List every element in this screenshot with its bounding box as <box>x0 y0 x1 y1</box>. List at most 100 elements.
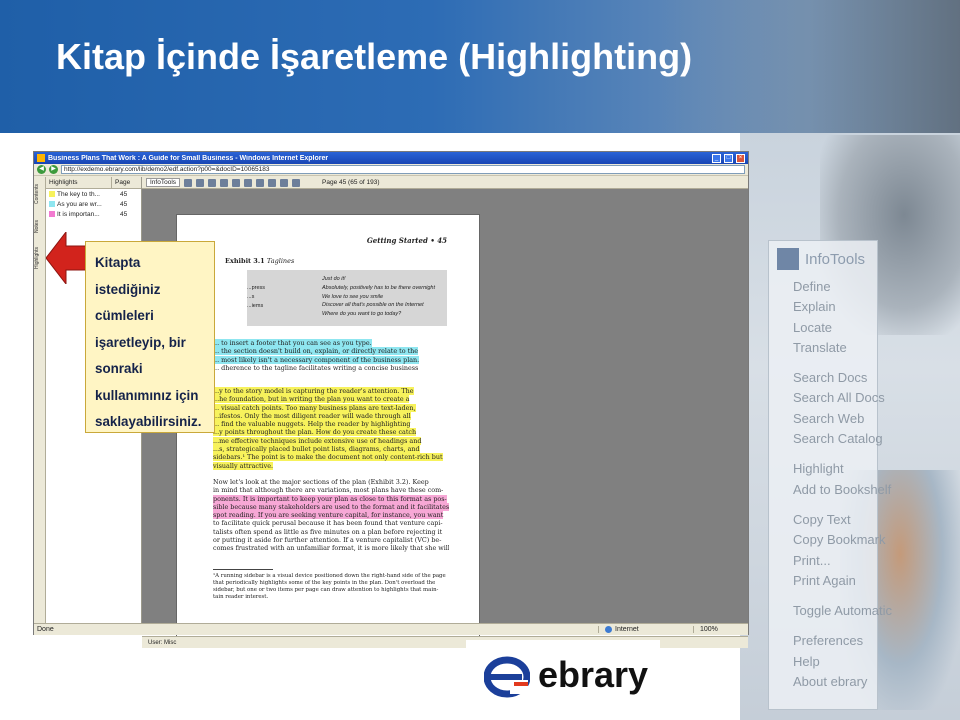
highlighted-text[interactable]: spot reading. If you are seeking venture… <box>213 511 444 520</box>
zoom-icon[interactable] <box>232 178 241 187</box>
document-page: Getting Started • 45 Exhibit 3.1 Tagline… <box>176 214 480 648</box>
highlight-row[interactable]: It is importan... 45 <box>46 209 141 219</box>
infotools-menu-item[interactable]: Translate <box>769 338 877 358</box>
text-line[interactable]: ...y to the story model is capturing the… <box>213 387 449 395</box>
close-icon[interactable]: × <box>736 153 745 163</box>
text-line[interactable]: talists often spend as little as five mi… <box>213 528 449 536</box>
highlighted-text[interactable]: sible because many stakeholders are used… <box>213 502 449 511</box>
text-line[interactable]: spot reading. If you are seeking venture… <box>213 511 449 520</box>
highlighted-text[interactable]: ... to insert a footer that you can see … <box>213 339 372 347</box>
highlighted-text[interactable]: ...y to the story model is capturing the… <box>213 387 414 395</box>
infotools-menu-item[interactable]: Copy Bookmark <box>769 530 885 550</box>
note-icon[interactable] <box>292 178 301 187</box>
text-run[interactable]: ... dherence to the tagline facilitates … <box>213 364 418 372</box>
highlighted-text[interactable]: ...ifestos. Only the most diligent reade… <box>213 411 411 420</box>
highlighted-text[interactable]: ... visual catch points. Too many busine… <box>213 403 416 412</box>
text-run[interactable]: comes frustrated with an unfamiliar form… <box>213 544 449 552</box>
zoom-level[interactable]: 100% <box>693 626 748 633</box>
infotools-menu-item[interactable]: Search Catalog <box>769 429 883 449</box>
text-line[interactable]: sible because many stakeholders are used… <box>213 502 449 511</box>
highlight-color-swatch <box>49 211 55 217</box>
text-line[interactable]: in mind that although there are variatio… <box>213 486 449 494</box>
highlighted-text[interactable]: ...he foundation, but in writing the pla… <box>213 395 410 404</box>
infotools-menu-item[interactable]: Add to Bookshelf <box>769 480 891 500</box>
text-run[interactable]: talists often spend as little as five mi… <box>213 528 442 536</box>
highlight-pen-icon[interactable] <box>280 178 289 187</box>
infotools-menu-item[interactable]: Explain <box>769 297 877 317</box>
infotools-menu-item[interactable]: Print... <box>769 551 877 571</box>
forward-page-icon[interactable] <box>220 178 229 187</box>
text-line[interactable]: ...me effective techniques include exten… <box>213 436 449 445</box>
highlighted-text[interactable]: ...y points throughout the plan. How do … <box>213 428 417 437</box>
infotools-icon <box>777 248 799 270</box>
status-text: Done <box>37 626 54 633</box>
infotools-menu-item[interactable]: Search All Docs <box>769 388 885 408</box>
text-line[interactable]: ... find the valuable nuggets. Help the … <box>213 420 449 429</box>
text-line[interactable]: ...he foundation, but in writing the pla… <box>213 395 449 404</box>
text-line[interactable]: to facilitate quick perusal because it h… <box>213 519 449 527</box>
highlight-row[interactable]: As you are wr... 45 <box>46 199 141 209</box>
back-icon[interactable]: ◀ <box>37 165 46 174</box>
highlighted-text[interactable]: sidebars.¹ The point is to make the docu… <box>213 453 443 462</box>
infotools-button[interactable]: InfoTools <box>146 178 181 187</box>
infotools-menu-item[interactable]: Highlight <box>769 459 877 479</box>
infotools-menu-item[interactable]: About ebrary <box>769 672 877 692</box>
infotools-menu-item[interactable]: Define <box>769 277 877 297</box>
text-run[interactable]: in mind that although there are variatio… <box>213 486 443 494</box>
footnote-rule <box>213 569 273 570</box>
back-page-icon[interactable] <box>184 178 193 187</box>
highlighted-text[interactable]: ... find the valuable nuggets. Help the … <box>213 420 411 429</box>
exhibit-tagline: Discover all that's possible on the Inte… <box>322 302 424 309</box>
highlights-column-label[interactable]: Highlights <box>46 177 112 188</box>
infotools-menu-item[interactable]: Search Web <box>769 409 877 429</box>
text-line[interactable]: ...s, strategically placed bullet point … <box>213 445 449 454</box>
text-line[interactable]: ... the section doesn't build on, explai… <box>213 347 449 356</box>
next-page-icon[interactable] <box>208 178 217 187</box>
highlighted-text[interactable]: ... most likely isn't a necessary compon… <box>213 355 420 364</box>
exhibit-company: ...press <box>247 285 266 291</box>
text-line[interactable]: or putting it aside for further attentio… <box>213 536 449 544</box>
bookmark-icon[interactable] <box>256 178 265 187</box>
url-field[interactable]: http://exdemo.ebrary.com/lib/demo2/edf.a… <box>61 165 745 174</box>
highlighted-text[interactable]: ...me effective techniques include exten… <box>213 436 422 445</box>
text-run[interactable]: to facilitate quick perusal because it h… <box>213 519 443 527</box>
exhibit-company: ...s <box>247 293 255 300</box>
forward-icon[interactable]: ▶ <box>49 165 58 174</box>
text-line[interactable]: ponents. It is important to keep your pl… <box>213 494 449 503</box>
highlight-row[interactable]: The key to th... 45 <box>46 189 141 199</box>
maximize-icon[interactable]: □ <box>724 153 733 163</box>
tab-contents[interactable]: Contents <box>34 179 45 209</box>
infotools-menu-item[interactable]: Copy Text <box>769 510 877 530</box>
text-line[interactable]: ... visual catch points. Too many busine… <box>213 403 449 412</box>
callout-line: işaretleyip, bir <box>95 334 186 350</box>
text-line[interactable]: comes frustrated with an unfamiliar form… <box>213 544 449 552</box>
print-icon[interactable] <box>244 178 253 187</box>
highlighted-text[interactable]: ponents. It is important to keep your pl… <box>213 494 447 503</box>
minimize-icon[interactable]: _ <box>712 153 721 163</box>
text-line[interactable]: ...ifestos. Only the most diligent reade… <box>213 411 449 420</box>
highlighted-text[interactable]: ...s, strategically placed bullet point … <box>213 445 420 454</box>
text-line[interactable]: ...y points throughout the plan. How do … <box>213 428 449 437</box>
tab-highlights[interactable]: Highlights <box>34 243 45 273</box>
page-column-label[interactable]: Page <box>112 177 130 188</box>
text-line[interactable]: ... to insert a footer that you can see … <box>213 339 449 347</box>
infotools-menu-item[interactable]: Toggle Automatic <box>769 601 892 621</box>
text-line[interactable]: Now let's look at the major sections of … <box>213 478 449 486</box>
highlighted-text[interactable]: visually attractive. <box>213 461 274 470</box>
infotools-menu-item[interactable]: Help <box>769 652 877 672</box>
search-icon[interactable] <box>268 178 277 187</box>
text-run[interactable]: or putting it aside for further attentio… <box>213 536 441 544</box>
text-line[interactable]: sidebars.¹ The point is to make the docu… <box>213 453 449 462</box>
infotools-menu-item[interactable]: Locate <box>769 318 877 338</box>
text-line[interactable]: ... dherence to the tagline facilitates … <box>213 364 449 372</box>
infotools-menu-item[interactable]: Search Docs <box>769 368 877 388</box>
prev-page-icon[interactable] <box>196 178 205 187</box>
infotools-menu-item[interactable]: Print Again <box>769 571 877 591</box>
highlights-list: The key to th... 45 As you are wr... 45 It i… <box>46 189 141 219</box>
text-run[interactable]: Now let's look at the major sections of … <box>213 478 429 486</box>
text-line[interactable]: visually attractive. <box>213 461 449 470</box>
highlighted-text[interactable]: ... the section doesn't build on, explai… <box>213 347 419 356</box>
infotools-menu-item[interactable]: Preferences <box>769 631 877 651</box>
text-line[interactable]: ... most likely isn't a necessary compon… <box>213 355 449 364</box>
tab-notes[interactable]: Notes <box>34 211 45 241</box>
